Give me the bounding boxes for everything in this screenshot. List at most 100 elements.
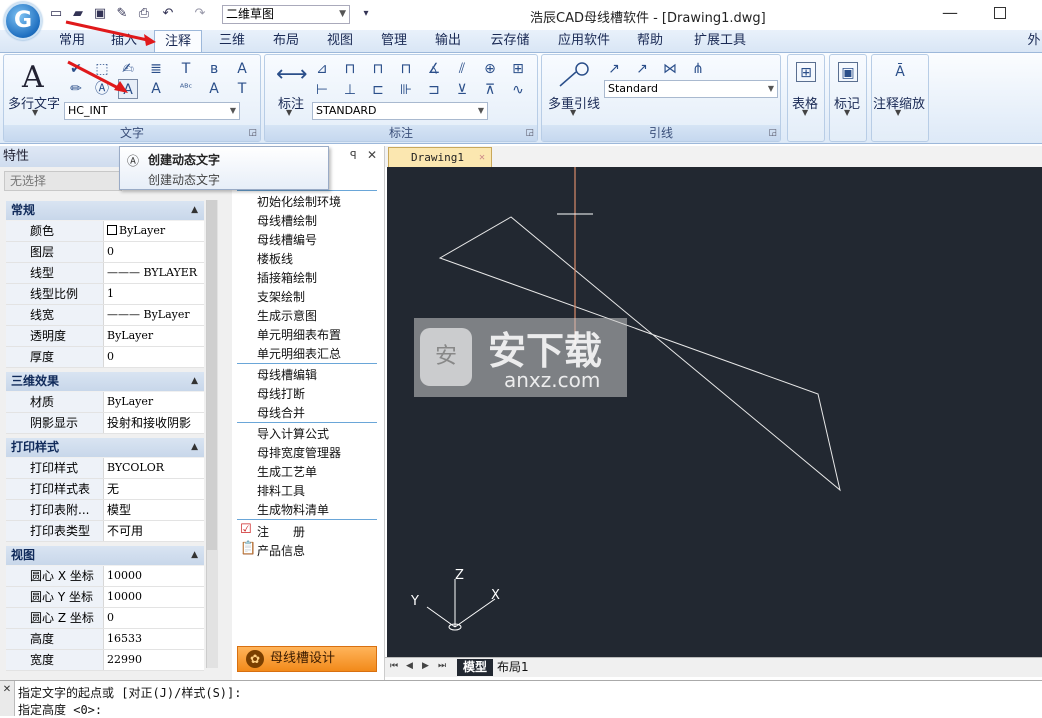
dim-break-icon[interactable]: ⊪ bbox=[396, 80, 416, 100]
menu-item[interactable]: 单元明细表汇总 bbox=[257, 345, 341, 362]
prop-row[interactable]: 线型比例 1 bbox=[6, 284, 204, 305]
dimension-style-combo[interactable]: STANDARD ▼ bbox=[312, 102, 488, 120]
last-layout-icon[interactable]: ⏭ bbox=[438, 661, 446, 671]
dim-ordinate-icon[interactable]: ⊥ bbox=[340, 80, 360, 100]
menu-item[interactable]: 导入计算公式 bbox=[257, 425, 329, 442]
redo-icon[interactable]: ↷ bbox=[192, 6, 208, 22]
prop-row[interactable]: 线型 ——— BYLAYER bbox=[6, 263, 204, 284]
chevron-down-icon[interactable]: ▼ bbox=[895, 108, 901, 117]
text-abc-icon[interactable]: ᴬᴮᶜ bbox=[176, 79, 196, 99]
dim-update-icon[interactable]: ∿ bbox=[508, 80, 528, 100]
prop-row[interactable]: 打印样式表无 bbox=[6, 479, 204, 500]
prev-layout-icon[interactable]: ◀ bbox=[406, 661, 413, 671]
prop-row[interactable]: 厚度 0 bbox=[6, 347, 204, 368]
menu-item[interactable]: 初始化绘制环境 bbox=[257, 193, 341, 210]
dim-linear-icon[interactable]: ⊓ bbox=[340, 59, 360, 79]
prop-value[interactable]: ByLayer bbox=[106, 221, 204, 241]
command-window-close-icon[interactable]: ✕ bbox=[0, 681, 15, 716]
prop-value[interactable]: 16533 bbox=[106, 629, 204, 649]
dim-tolerance-icon[interactable]: ⊞ bbox=[508, 59, 528, 79]
prop-value[interactable]: 0 bbox=[106, 347, 204, 367]
dim-oblique-icon[interactable]: ⫽ bbox=[452, 59, 472, 79]
dim-center-icon[interactable]: ⊕ bbox=[480, 59, 500, 79]
menu-item[interactable]: 母线槽编辑 bbox=[257, 366, 317, 383]
minimize-button[interactable]: — bbox=[942, 3, 958, 22]
register-item[interactable]: 注 册 bbox=[257, 523, 305, 540]
prop-value[interactable]: BYCOLOR bbox=[106, 458, 204, 478]
menu-item[interactable]: 母线合并 bbox=[257, 404, 305, 421]
mark-icon[interactable]: ▣ bbox=[838, 62, 858, 82]
tab-view[interactable]: 视图 bbox=[320, 30, 360, 52]
document-tab-drawing1[interactable]: Drawing1 ✕ bbox=[388, 147, 492, 167]
leader-add-icon[interactable]: ↗ bbox=[604, 59, 624, 79]
dim-arc-icon[interactable]: ⊏ bbox=[368, 80, 388, 100]
tab-manage[interactable]: 管理 bbox=[374, 30, 414, 52]
maximize-button[interactable] bbox=[994, 7, 1006, 19]
menu-item[interactable]: 母线槽绘制 bbox=[257, 212, 317, 229]
annotation-scale-icon[interactable]: Ā bbox=[890, 62, 910, 82]
dim-baseline-icon[interactable]: ⊓ bbox=[368, 59, 388, 79]
chevron-down-icon[interactable]: ▼ bbox=[802, 108, 808, 117]
chevron-down-icon[interactable]: ▼ bbox=[570, 108, 576, 117]
app-logo-button[interactable]: G bbox=[4, 2, 42, 40]
prop-value[interactable]: 0 bbox=[106, 242, 204, 262]
dim-radius-icon[interactable]: ⊢ bbox=[312, 80, 332, 100]
close-icon[interactable]: ✕ bbox=[367, 148, 377, 162]
prop-row[interactable]: 打印表类型 不可用 bbox=[6, 521, 204, 542]
prop-value[interactable]: ——— BYLAYER bbox=[106, 263, 204, 283]
prop-value[interactable]: 0 bbox=[106, 608, 204, 628]
prop-row[interactable]: 图层 0 bbox=[6, 242, 204, 263]
qat-customize-icon[interactable]: ▾ bbox=[358, 6, 374, 22]
tab-help[interactable]: 帮助 bbox=[630, 30, 670, 52]
tab-3d[interactable]: 三维 bbox=[212, 30, 252, 52]
menu-item[interactable]: 母线打断 bbox=[257, 385, 305, 402]
chevron-down-icon[interactable]: ▼ bbox=[286, 108, 292, 117]
menu-item[interactable]: 插接箱绘制 bbox=[257, 269, 317, 286]
chevron-down-icon[interactable]: ▼ bbox=[844, 108, 850, 117]
menu-item[interactable]: 母线槽编号 bbox=[257, 231, 317, 248]
prop-row[interactable]: 打印表附... 模型 bbox=[6, 500, 204, 521]
multiline-text-icon[interactable]: A bbox=[22, 60, 44, 95]
prop-row[interactable]: 圆心 Y 坐标 10000 bbox=[6, 587, 204, 608]
prop-row[interactable]: 打印样式 BYCOLOR bbox=[6, 458, 204, 479]
prop-value[interactable]: 不可用 bbox=[106, 521, 204, 541]
text-scale-icon[interactable]: T bbox=[232, 79, 252, 99]
text-find-icon[interactable]: A bbox=[204, 79, 224, 99]
dim-continue-icon[interactable]: ⊓ bbox=[396, 59, 416, 79]
tab-layout[interactable]: 布局 bbox=[266, 30, 306, 52]
text-arc-icon[interactable]: A bbox=[232, 59, 252, 79]
prop-value[interactable]: 1 bbox=[106, 284, 204, 304]
leader-collect-icon[interactable]: ⋔ bbox=[688, 59, 708, 79]
workspace-select[interactable]: 二维草图 ▼ bbox=[222, 5, 350, 24]
prop-value[interactable]: ByLayer bbox=[106, 326, 204, 346]
properties-scrollbar-thumb[interactable] bbox=[207, 200, 217, 550]
pin-icon[interactable]: ꟼ bbox=[350, 149, 357, 162]
tab-layout1[interactable]: 布局1 bbox=[497, 659, 529, 676]
selection-combo[interactable]: 无选择 bbox=[4, 171, 122, 191]
section-plot-style[interactable]: 打印样式 ▲ bbox=[6, 438, 204, 457]
prop-value[interactable]: 投射和接收阴影 bbox=[106, 413, 204, 433]
close-icon[interactable]: ✕ bbox=[479, 148, 485, 167]
drawing-canvas[interactable]: Z X Y 安 安下载 anxz.com bbox=[387, 167, 1042, 657]
prop-value[interactable]: 无 bbox=[106, 479, 204, 499]
product-info-item[interactable]: 产品信息 bbox=[257, 542, 305, 559]
menu-item[interactable]: 楼板线 bbox=[257, 250, 293, 267]
leader-remove-icon[interactable]: ↗ bbox=[632, 59, 652, 79]
section-general[interactable]: 常规 ▲ bbox=[6, 201, 204, 220]
prop-row[interactable]: 透明度 ByLayer bbox=[6, 326, 204, 347]
prop-row[interactable]: 宽度 22990 bbox=[6, 650, 204, 671]
first-layout-icon[interactable]: ⏮ bbox=[390, 661, 398, 671]
prop-value[interactable]: 10000 bbox=[106, 566, 204, 586]
prop-row[interactable]: 材质 ByLayer bbox=[6, 392, 204, 413]
dim-space-icon[interactable]: ⊐ bbox=[424, 80, 444, 100]
dimension-icon[interactable]: ⟷ bbox=[276, 62, 308, 87]
menu-item[interactable]: 母排宽度管理器 bbox=[257, 444, 341, 461]
text-mask-icon[interactable]: T bbox=[176, 59, 196, 79]
menu-item[interactable]: 生成示意图 bbox=[257, 307, 317, 324]
menu-item[interactable]: 单元明细表布置 bbox=[257, 326, 341, 343]
tab-extensions[interactable]: 扩展工具 bbox=[684, 30, 756, 52]
leader-style-combo[interactable]: Standard ▼ bbox=[604, 80, 778, 98]
tab-output[interactable]: 输出 bbox=[428, 30, 468, 52]
prop-row[interactable]: 颜色 ByLayer bbox=[6, 221, 204, 242]
prop-row[interactable]: 圆心 X 坐标 10000 bbox=[6, 566, 204, 587]
